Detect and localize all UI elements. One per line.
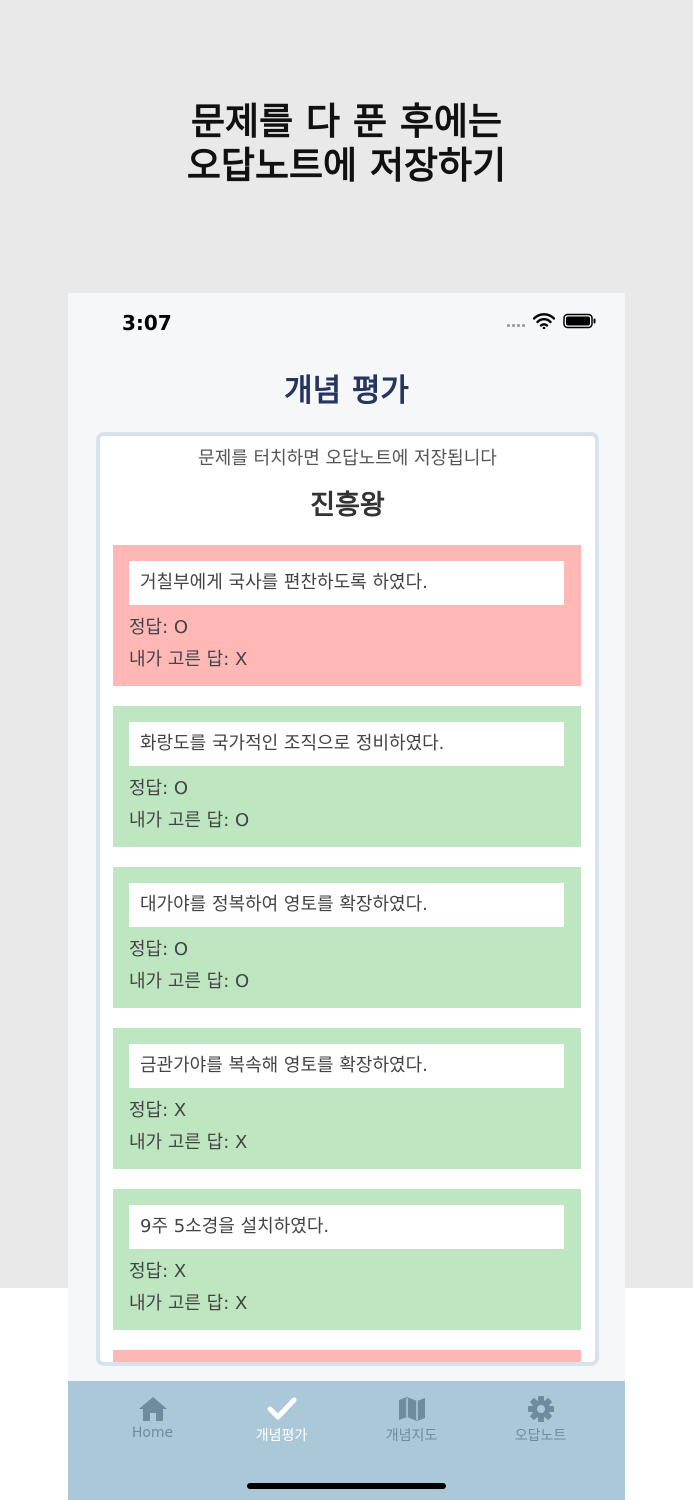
cellular-signal-icon	[507, 315, 525, 327]
question-text: 대가야를 정복하여 영토를 확장하였다.	[129, 883, 564, 927]
my-answer: 내가 고른 답: O	[129, 810, 250, 831]
question-item[interactable]: 거칠부에게 국사를 편찬하도록 하였다. 정답: O 내가 고른 답: X	[113, 545, 581, 686]
my-answer: 내가 고른 답: O	[129, 971, 250, 992]
correct-answer: 정답: X	[129, 1261, 187, 1282]
question-item[interactable]: 9주 5소경을 설치하였다. 정답: X 내가 고른 답: X	[113, 1189, 581, 1330]
tab-label-concept-eval: 개념평가	[255, 1428, 308, 1444]
question-text: 9주 5소경을 설치하였다.	[129, 1205, 564, 1249]
promo-line-2: 오답노트에 저장하기	[186, 144, 507, 187]
gear-icon	[527, 1396, 554, 1422]
phone-screen: 3:07 개념 평가 문제를 터치하면 오답노트에 저장됩니다 진흥왕 거칠부에…	[68, 293, 625, 1500]
status-time: 3:07	[122, 311, 172, 335]
tab-home[interactable]: Home	[83, 1395, 222, 1441]
topic-title: 진흥왕	[310, 490, 385, 521]
question-item[interactable]: 대가야를 정복하여 영토를 확장하였다. 정답: O 내가 고른 답: O	[113, 867, 581, 1008]
my-answer: 내가 고른 답: X	[129, 1293, 248, 1314]
home-icon	[138, 1397, 167, 1421]
tab-concept-eval[interactable]: 개념평가	[212, 1395, 351, 1445]
quiz-result-card: 문제를 터치하면 오답노트에 저장됩니다 진흥왕 거칠부에게 국사를 편찬하도록…	[96, 432, 599, 1366]
battery-icon	[563, 313, 596, 329]
status-icons	[507, 313, 597, 329]
question-item[interactable]: 화랑도를 국가적인 조직으로 정비하였다. 정답: O 내가 고른 답: O	[113, 706, 581, 847]
correct-answer: 정답: X	[129, 1100, 187, 1121]
tab-concept-map[interactable]: 개념지도	[342, 1395, 481, 1445]
my-answer: 내가 고른 답: X	[129, 1132, 248, 1153]
save-hint-text: 문제를 터치하면 오답노트에 저장됩니다	[198, 448, 497, 469]
my-answer: 내가 고른 답: X	[129, 649, 248, 670]
question-text: 금관가야를 복속해 영토를 확장하였다.	[129, 1044, 564, 1088]
question-text: 거칠부에게 국사를 편찬하도록 하였다.	[129, 561, 564, 605]
home-indicator	[247, 1483, 446, 1489]
tab-label-wrong-note: 오답노트	[514, 1428, 567, 1444]
wifi-icon	[533, 313, 555, 329]
question-item-partial[interactable]	[113, 1350, 581, 1362]
map-icon	[398, 1397, 425, 1421]
tab-wrong-note[interactable]: 오답노트	[471, 1395, 610, 1445]
tab-label-home: Home	[131, 1425, 174, 1441]
promo-caption: 문제를 다 푼 후에는 오답노트에 저장하기	[0, 100, 693, 188]
question-item[interactable]: 금관가야를 복속해 영토를 확장하였다. 정답: X 내가 고른 답: X	[113, 1028, 581, 1169]
correct-answer: 정답: O	[129, 778, 189, 799]
correct-answer: 정답: O	[129, 617, 189, 638]
promo-line-1: 문제를 다 푼 후에는	[191, 100, 502, 143]
checkmark-icon	[267, 1397, 296, 1420]
tab-label-concept-map: 개념지도	[385, 1428, 438, 1444]
question-text: 화랑도를 국가적인 조직으로 정비하였다.	[129, 722, 564, 766]
screen-title: 개념 평가	[284, 373, 409, 409]
correct-answer: 정답: O	[129, 939, 189, 960]
